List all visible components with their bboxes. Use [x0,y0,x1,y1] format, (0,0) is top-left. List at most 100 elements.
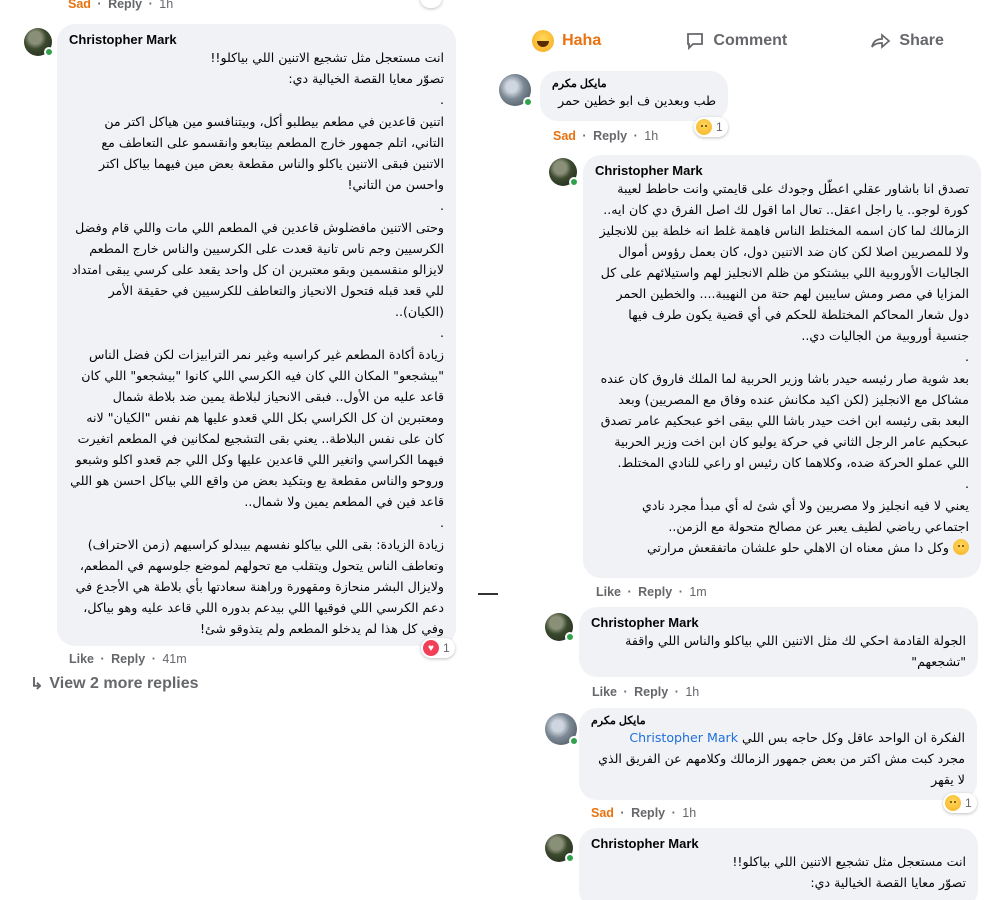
reply-paragraph: بعد شوية صار رئيسه حيدر باشا وزير الحربي… [600,371,969,470]
reply-first-line: الفكرة ان الواحد عاقل وكل حاجه بس اللي C… [591,727,965,748]
reply-paragraph: يعني لا فيه انجليز ولا مصريين ولا أي شئ … [641,498,969,534]
reply-body: تصدق انا باشاور عقلي اعطّل وجودك على قاي… [595,178,969,558]
reply-bubble: Christopher Mark انت مستعجل مثل تشجيع ال… [579,828,978,900]
comment-body: انت مستعجل مثل تشجيع الاتنين اللي بياكلو… [69,47,444,639]
online-status-icon [565,853,575,863]
reaction-chip[interactable]: 1 [694,117,728,137]
haha-button[interactable]: Haha [532,30,601,52]
smile-emoji-icon [953,539,969,555]
avatar[interactable] [545,834,575,863]
timestamp[interactable]: 1h [644,129,658,143]
sad-reaction-link[interactable]: Sad [68,0,91,11]
reply-paragraph: تصوّر معايا القصة الخيالية دي: [810,875,966,890]
mention-link[interactable]: Christopher Mark [629,730,738,745]
comment-paragraph: اتنين قاعدين في مطعم بيطلبو أكل، وبيتناف… [99,114,444,192]
reply-body: الفكرة ان الواحد عاقل وكل حاجه بس اللي C… [591,727,965,790]
comment-bubble: Christopher Mark انت مستعجل مثل تشجيع ال… [57,24,456,646]
reaction-count: 1 [965,796,972,810]
reply-body: طب وبعدين ف ابو خطين حمر [558,93,716,108]
reply-body: الجولة القادمة احكي لك مثل الاتنين اللي … [625,633,966,669]
comment-label: Comment [713,32,788,49]
share-button[interactable]: Share [871,31,944,51]
reply-author[interactable]: Christopher Mark [591,836,966,851]
avatar[interactable] [545,713,579,746]
comment-actions: Like · Reply · 41m [69,652,187,666]
reply-bubble: مايكل مكرم طب وبعدين ف ابو خطين حمر [540,71,728,121]
reply-link[interactable]: Reply [111,652,145,666]
divider [478,593,498,595]
comment-paragraph: وحتى الاتنين مافضلوش قاعدين في المطعم ال… [71,220,444,319]
timestamp[interactable]: 1m [689,585,706,599]
reply-link[interactable]: Reply [631,806,665,820]
online-status-icon [565,632,575,642]
comment-paragraph: . [439,92,444,107]
reply-link[interactable]: Reply [593,129,627,143]
comment-paragraph: . [439,198,444,213]
share-icon [871,33,891,49]
comment-icon [687,33,704,51]
reply-author[interactable]: Christopher Mark [591,615,966,630]
reply-paragraph: تصدق انا باشاور عقلي اعطّل وجودك على قاي… [599,181,969,343]
haha-label: Haha [562,32,602,49]
reaction-chip[interactable]: 1 [943,793,977,813]
like-link[interactable]: Like [69,652,94,666]
reaction-count: 1 [716,120,723,134]
avatar[interactable] [549,158,579,187]
love-reaction-icon: ♥ [423,640,439,656]
reply-arrow-icon: ↳ [30,676,44,693]
reply-actions: Like · Reply · 1h [592,685,700,699]
comment-paragraph: . [439,325,444,340]
view-more-label: View 2 more replies [49,675,199,692]
reply-link[interactable]: Reply [638,585,672,599]
comment-author[interactable]: Christopher Mark [69,32,444,47]
reply-paragraph: وكل دا مش معناه ان الاهلي حلو علشان ماتف… [595,537,969,558]
reaction-chip[interactable] [420,0,442,8]
sad-reaction-link[interactable]: Sad [553,129,576,143]
online-status-icon [44,47,54,57]
timestamp[interactable]: 1h [159,0,173,11]
online-status-icon [569,736,579,746]
like-link[interactable]: Like [592,685,617,699]
reaction-count: 1 [443,641,450,655]
comment-paragraph: انت مستعجل مثل تشجيع الاتنين اللي بياكلو… [210,50,444,65]
comment-button[interactable]: Comment [685,31,787,51]
sad-reaction-icon [696,119,712,135]
like-link[interactable]: Like [596,585,621,599]
view-more-replies-button[interactable]: ↳ View 2 more replies [30,674,199,694]
reply-bubble: Christopher Mark تصدق انا باشاور عقلي اع… [583,155,981,578]
reply-author[interactable]: مايكل مكرم [552,77,716,90]
reply-actions: Sad · Reply · 1h [553,129,659,143]
sad-reaction-icon [945,795,961,811]
reply-link[interactable]: Reply [108,0,142,11]
reply-paragraph: . [964,349,969,364]
avatar[interactable] [545,613,575,642]
timestamp[interactable]: 41m [162,652,186,666]
post-action-bar: Haha Comment Share [490,24,986,58]
reply-author[interactable]: Christopher Mark [595,163,969,178]
share-label: Share [899,32,944,49]
avatar[interactable] [24,28,54,57]
comment-paragraph: تصوّر معايا القصة الخيالية دي: [288,71,444,86]
sad-reaction-link[interactable]: Sad [591,806,614,820]
left-comment-thread: Sad · Reply · 1h Christopher Mark انت مس… [0,0,470,900]
reply-actions: Sad · Reply · 1h [591,806,697,820]
top-comment-actions: Sad · Reply · 1h [68,0,176,11]
reply-actions: Like · Reply · 1m [596,585,707,599]
timestamp[interactable]: 1h [682,806,696,820]
online-status-icon [523,97,533,107]
reply-author[interactable]: مايكل مكرم [591,714,965,727]
comment-paragraph: . [439,515,444,530]
reply-text: الفكرة ان الواحد عاقل وكل حاجه بس اللي [742,730,965,745]
comment-paragraph: زيادة الزيادة: بقى اللي بياكلو نفسهم بيب… [75,537,444,636]
reply-text: مجرد كبت مش اكتر من بعض جمهور الزمالك وك… [598,751,965,787]
online-status-icon [569,177,579,187]
reaction-chip[interactable]: ♥ 1 [421,638,455,658]
comment-paragraph: زيادة أكادة المطعم غير كراسيه وغير نمر ا… [70,347,444,509]
avatar[interactable] [499,74,533,107]
timestamp[interactable]: 1h [685,685,699,699]
reply-paragraph: . [964,476,969,491]
reply-link[interactable]: Reply [634,685,668,699]
reply-body: انت مستعجل مثل تشجيع الاتنين اللي بياكلو… [591,851,966,893]
haha-icon [532,30,555,52]
reply-paragraph: انت مستعجل مثل تشجيع الاتنين اللي بياكلو… [732,854,966,869]
